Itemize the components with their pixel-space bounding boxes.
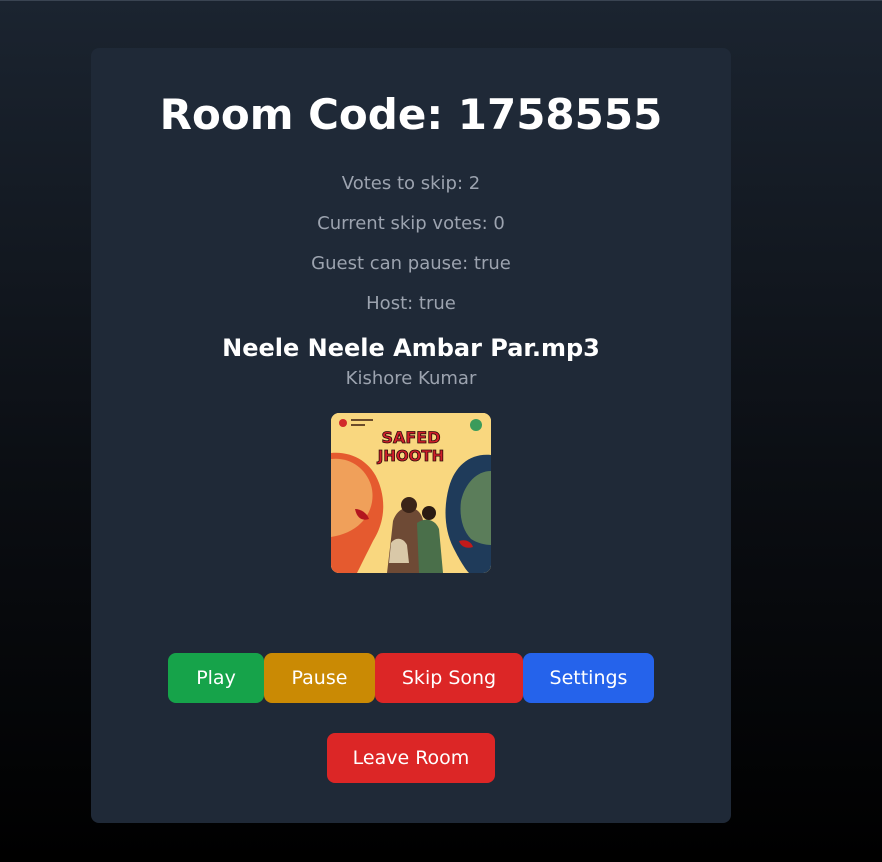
play-button[interactable]: Play <box>168 653 264 703</box>
guest-can-pause-text: Guest can pause: true <box>311 253 511 274</box>
pause-button[interactable]: Pause <box>264 653 375 703</box>
host-text: Host: true <box>366 293 456 314</box>
song-artist: Kishore Kumar <box>345 368 477 389</box>
room-card: Room Code: 1758555 Votes to skip: 2 Curr… <box>91 48 731 823</box>
album-cover: SAFED JHOOTH <box>331 413 491 573</box>
cover-title-line2: JHOOTH <box>377 447 444 465</box>
cover-title-line1: SAFED <box>381 428 440 447</box>
current-skip-votes-text: Current skip votes: 0 <box>317 213 505 234</box>
settings-button[interactable]: Settings <box>523 653 654 703</box>
room-code-title: Room Code: 1758555 <box>159 90 663 139</box>
song-title: Neele Neele Ambar Par.mp3 <box>222 334 600 362</box>
skip-song-button[interactable]: Skip Song <box>375 653 523 703</box>
top-border-line <box>0 0 882 1</box>
leave-room-button[interactable]: Leave Room <box>327 733 495 783</box>
votes-to-skip-text: Votes to skip: 2 <box>341 173 481 194</box>
